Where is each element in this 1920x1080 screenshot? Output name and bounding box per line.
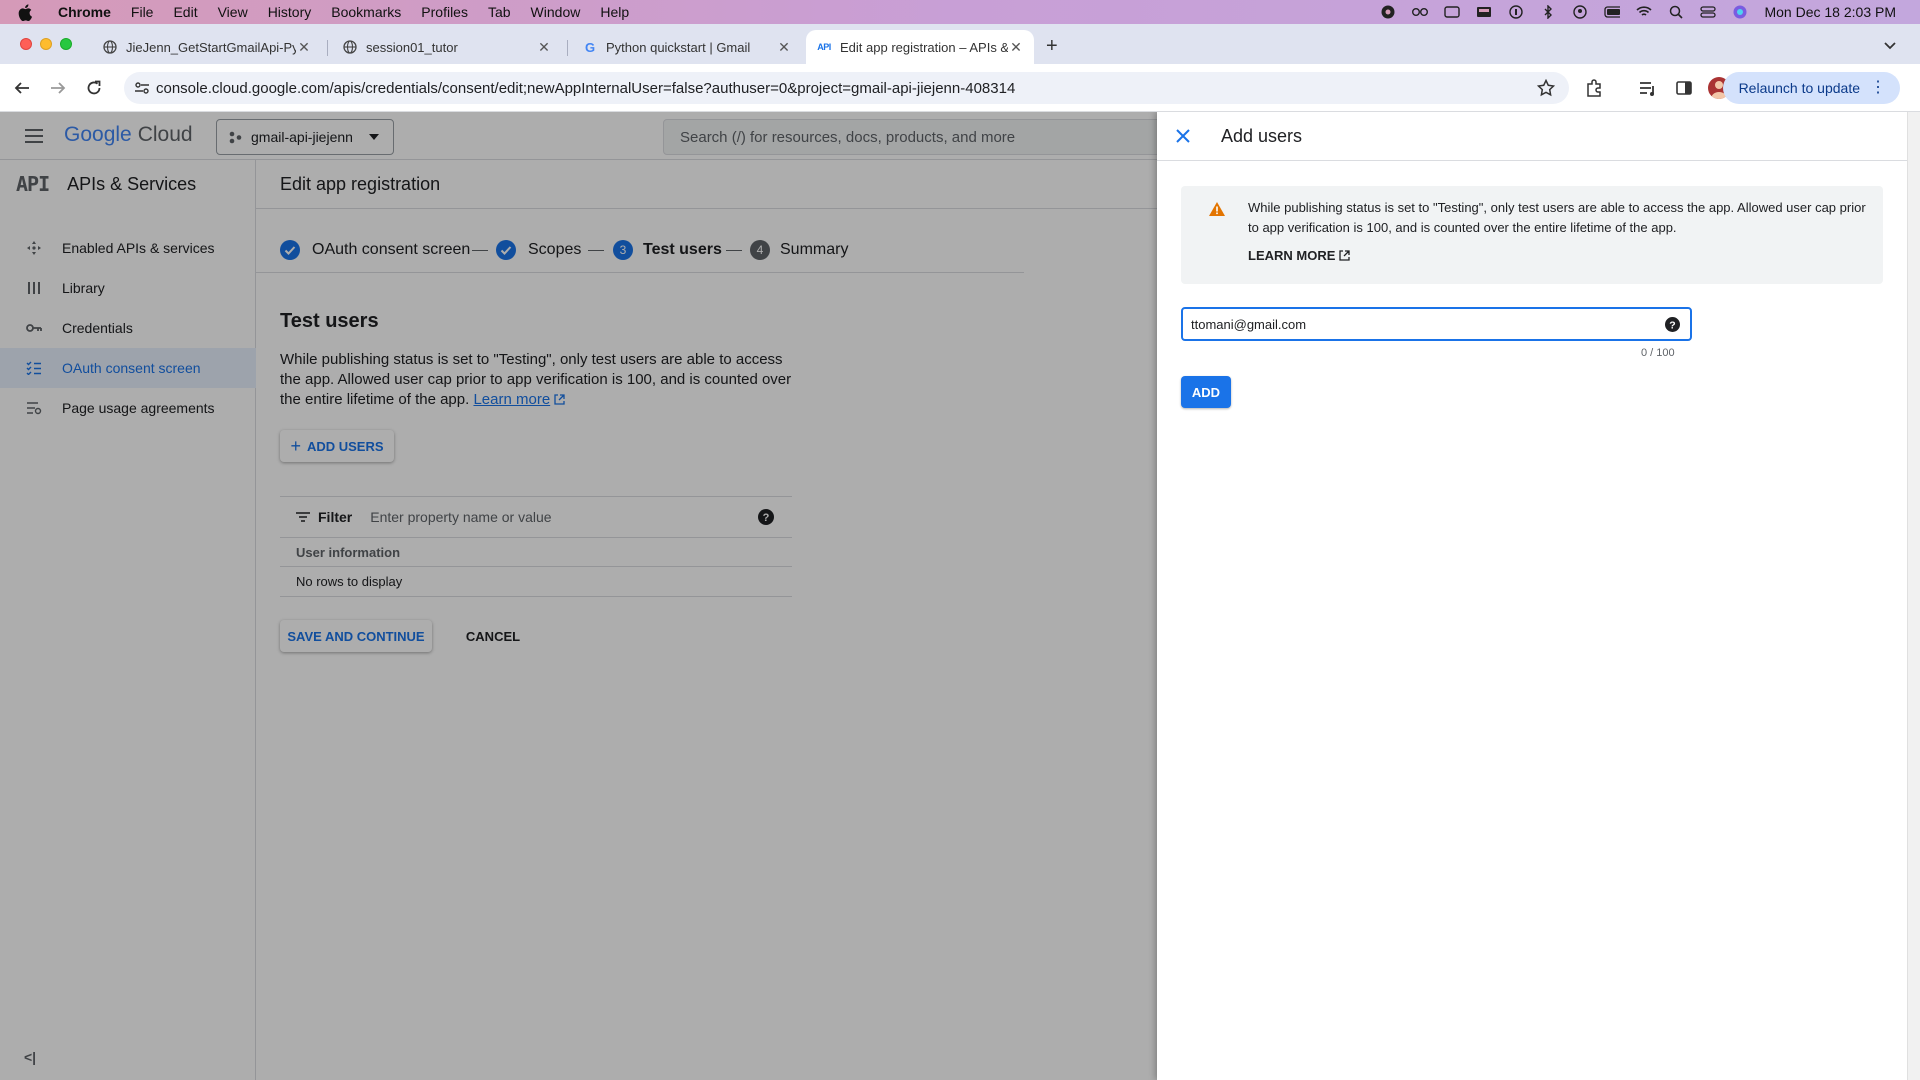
tab-session01-tutor[interactable]: session01_tutor ✕ (332, 30, 562, 64)
api-icon: API (817, 42, 831, 52)
learn-more-button[interactable]: LEARN MORE (1248, 248, 1351, 263)
panel-title: Add users (1221, 126, 1303, 146)
user-status-icon[interactable] (1572, 5, 1588, 19)
close-panel-icon[interactable] (1175, 128, 1191, 144)
zoom-window-button[interactable] (60, 38, 72, 50)
add-button[interactable]: ADD (1181, 376, 1231, 408)
menu-edit[interactable]: Edit (173, 4, 197, 20)
tab-jiejenn-github[interactable]: JieJenn_GetStartGmailApi-Py ✕ (92, 30, 322, 64)
divider (1157, 160, 1907, 161)
email-counter: 0 / 100 (1641, 347, 1675, 359)
media-queue-icon[interactable] (1638, 78, 1658, 98)
close-tab-icon[interactable]: ✕ (536, 39, 552, 56)
google-g-icon: G (584, 39, 596, 55)
web-page: Google Cloud gmail-api-jiejenn Search (/… (0, 112, 1920, 1080)
battery-icon[interactable] (1604, 5, 1621, 19)
site-settings-icon[interactable] (134, 80, 150, 96)
menu-file[interactable]: File (131, 4, 154, 20)
menu-app-chrome[interactable]: Chrome (58, 4, 111, 20)
tab-divider (567, 40, 568, 56)
menu-window[interactable]: Window (531, 4, 581, 20)
control-center-icon[interactable] (1700, 5, 1717, 19)
password-icon[interactable] (1508, 5, 1524, 19)
menu-bookmarks[interactable]: Bookmarks (331, 4, 401, 20)
close-window-button[interactable] (20, 38, 32, 50)
bluetooth-icon[interactable] (1540, 5, 1556, 19)
menu-profiles[interactable]: Profiles (421, 4, 468, 20)
globe-icon (102, 39, 118, 55)
modal-scrim[interactable] (0, 112, 1157, 1080)
close-tab-icon[interactable]: ✕ (776, 39, 792, 56)
tab-python-quickstart[interactable]: G Python quickstart | Gmail ✕ (572, 30, 802, 64)
tab-divider (327, 40, 328, 56)
kebab-menu-icon[interactable]: ⋮ (1870, 80, 1886, 96)
menu-view[interactable]: View (218, 4, 248, 20)
status-app-icon[interactable] (1380, 5, 1396, 19)
help-icon[interactable]: ? (1665, 317, 1680, 332)
relaunch-to-update-button[interactable]: Relaunch to update ⋮ (1722, 72, 1900, 104)
email-input[interactable] (1191, 316, 1651, 332)
relaunch-label: Relaunch to update (1738, 80, 1860, 96)
screen-share-icon[interactable] (1444, 5, 1461, 19)
svg-text:?: ? (1669, 320, 1675, 332)
siri-icon[interactable] (1732, 5, 1748, 19)
address-bar[interactable]: console.cloud.google.com/apis/credential… (124, 72, 1569, 104)
warning-icon (1209, 202, 1225, 216)
tab-title: JieJenn_GetStartGmailApi-Py (126, 39, 296, 55)
wifi-icon[interactable] (1636, 5, 1653, 19)
menu-tab[interactable]: Tab (488, 4, 511, 20)
tab-edit-app-registration[interactable]: API Edit app registration – APIs & ✕ (806, 30, 1034, 64)
learn-more-label: LEARN MORE (1248, 248, 1336, 263)
new-tab-icon[interactable]: + (1046, 36, 1058, 56)
glasses-icon[interactable] (1412, 5, 1429, 19)
mac-menu-bar: Chrome File Edit View History Bookmarks … (0, 0, 1920, 24)
forward-arrow-icon[interactable] (48, 78, 68, 98)
spotlight-search-icon[interactable] (1668, 5, 1684, 19)
banner-text: While publishing status is set to "Testi… (1248, 200, 1866, 235)
page-scrollbar[interactable] (1907, 112, 1920, 1080)
menu-help[interactable]: Help (600, 4, 629, 20)
add-label: ADD (1191, 384, 1221, 400)
extensions-icon[interactable] (1584, 78, 1604, 98)
menu-clock[interactable]: Mon Dec 18 2:03 PM (1764, 4, 1896, 20)
browser-toolbar: console.cloud.google.com/apis/credential… (0, 64, 1920, 112)
display-icon[interactable] (1476, 5, 1492, 19)
tab-title: session01_tutor (366, 39, 458, 55)
reload-icon[interactable] (84, 78, 104, 98)
tab-search-icon[interactable] (1878, 36, 1902, 56)
tab-title: Edit app registration – APIs & (840, 39, 1008, 55)
add-users-panel: Add users While publishing status is set… (1157, 112, 1907, 1080)
menu-history[interactable]: History (268, 4, 312, 20)
close-tab-icon[interactable]: ✕ (1008, 39, 1024, 56)
bookmark-star-icon[interactable] (1537, 79, 1555, 97)
tab-strip: JieJenn_GetStartGmailApi-Py ✕ session01_… (0, 24, 1920, 64)
tab-title: Python quickstart | Gmail (606, 39, 751, 55)
email-input-field[interactable]: ? (1181, 307, 1692, 341)
url-text: console.cloud.google.com/apis/credential… (156, 79, 1016, 97)
external-link-icon (1339, 250, 1351, 261)
apple-icon[interactable] (18, 3, 36, 21)
close-tab-icon[interactable]: ✕ (296, 39, 312, 56)
testing-info-banner: While publishing status is set to "Testi… (1181, 186, 1883, 284)
globe-icon (342, 39, 358, 55)
minimize-window-button[interactable] (40, 38, 52, 50)
back-arrow-icon[interactable] (12, 78, 32, 98)
side-panel-icon[interactable] (1674, 78, 1694, 98)
